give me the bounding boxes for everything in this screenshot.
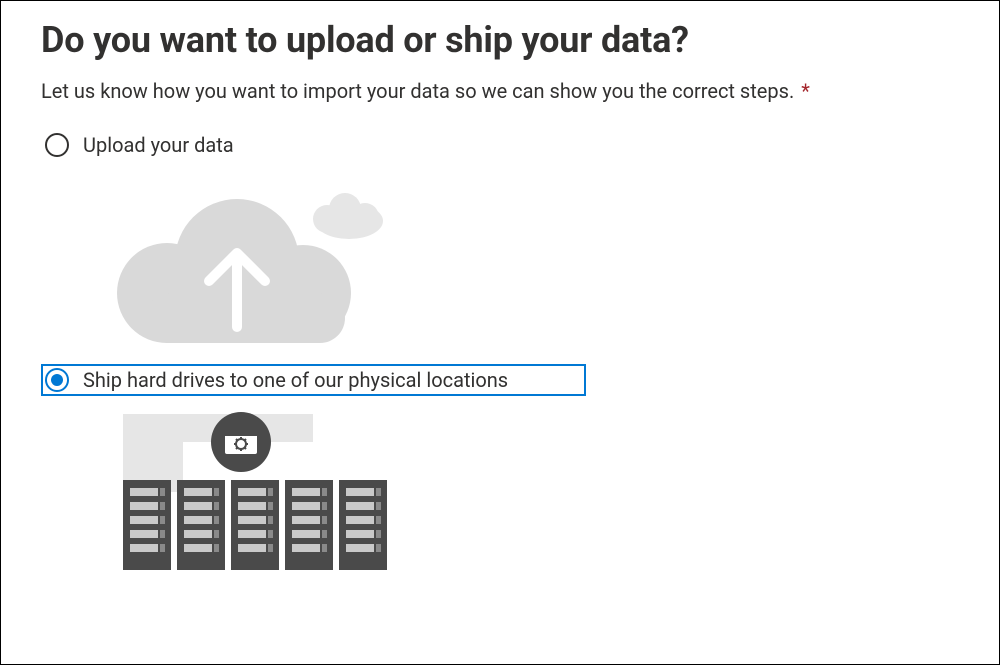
radio-ship[interactable] [45,368,69,392]
option-ship-label: Ship hard drives to one of our physical … [83,368,508,392]
intro-text-content: Let us know how you want to import your … [41,79,794,103]
option-upload[interactable]: Upload your data [41,125,959,165]
radio-upload[interactable] [45,133,69,157]
cloud-upload-icon [87,175,397,350]
option-ship[interactable]: Ship hard drives to one of our physical … [41,364,586,396]
datacenter-icon [101,402,401,577]
page-heading: Do you want to upload or ship your data? [41,19,959,61]
intro-text: Let us know how you want to import your … [41,79,959,103]
required-asterisk: * [801,79,810,103]
radio-ship-dot [51,374,63,386]
option-upload-label: Upload your data [83,133,234,157]
